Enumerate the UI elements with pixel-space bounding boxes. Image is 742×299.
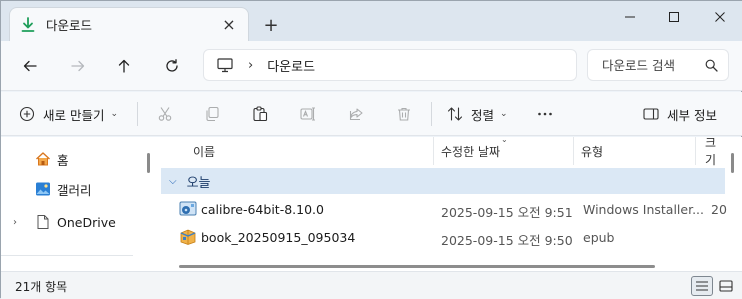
nav-scrollbar[interactable]	[147, 153, 150, 173]
item-count: 21개 항목	[15, 280, 68, 294]
nav-item-label: 갤러리	[57, 182, 92, 198]
tiles-view-button[interactable]	[715, 276, 737, 296]
sort-caret-icon: ⌄	[501, 135, 508, 144]
tiles-view-icon	[719, 280, 733, 292]
installer-icon	[179, 201, 197, 216]
copy-icon	[206, 106, 219, 122]
nav-item-gallery[interactable]: 갤러리	[1, 175, 141, 203]
column-divider[interactable]	[573, 137, 574, 165]
cut-icon	[158, 107, 172, 121]
new-tab-icon[interactable]: +	[261, 15, 281, 36]
vertical-scrollbar[interactable]	[731, 153, 734, 173]
divider	[137, 102, 138, 126]
file-explorer-window: 다운로드 × + › 다운로드 다운로드 검색 새로 만들기 ⌄ 정렬 ⌄ 세부…	[0, 0, 742, 299]
status-bar: 21개 항목	[1, 271, 742, 299]
expand-chevron-icon[interactable]: ›	[13, 217, 17, 228]
maximize-icon[interactable]	[651, 1, 697, 33]
address-bar[interactable]: › 다운로드	[203, 49, 577, 81]
file-modified: 2025-09-15 오전 9:51	[441, 205, 573, 220]
details-view-icon	[696, 281, 708, 291]
chevron-down-icon: ⌄	[110, 109, 119, 119]
more-options-button[interactable]	[537, 92, 553, 136]
tab-title: 다운로드	[46, 18, 93, 33]
column-header-modified[interactable]: 수정한 날짜	[441, 137, 500, 165]
back-arrow-icon[interactable]	[17, 53, 43, 79]
file-list: 이름 ⌄ 수정한 날짜 유형 크기 ⌵ 오늘 calibre-64bit-8.1…	[159, 135, 727, 271]
search-input[interactable]	[602, 57, 698, 73]
nav-item-onedrive[interactable]: › OneDrive	[1, 208, 141, 236]
new-button[interactable]: 새로 만들기 ⌄	[19, 92, 118, 136]
minimize-icon[interactable]	[607, 1, 653, 33]
column-header-name[interactable]: 이름	[193, 137, 215, 165]
chevron-down-icon: ⌄	[500, 109, 508, 119]
breadcrumb-chevron-icon[interactable]: ›	[248, 58, 253, 73]
file-size: 20	[711, 202, 727, 217]
breadcrumb-downloads[interactable]: 다운로드	[267, 56, 315, 75]
share-button[interactable]	[348, 92, 364, 136]
navigation-pane: 홈 갤러리 › OneDrive	[1, 137, 141, 271]
share-icon	[349, 108, 363, 121]
column-header-size[interactable]: 크기	[705, 136, 727, 167]
refresh-icon[interactable]	[159, 53, 185, 79]
copy-button[interactable]	[204, 92, 220, 136]
download-icon	[21, 16, 35, 32]
title-bar: 다운로드 × +	[1, 1, 742, 41]
file-type: Windows Installer...	[583, 202, 705, 217]
sort-button[interactable]: 정렬 ⌄	[447, 92, 508, 136]
search-icon[interactable]	[705, 59, 718, 72]
column-divider[interactable]	[433, 137, 434, 165]
file-name: book_20250915_095034	[201, 230, 356, 245]
rename-icon	[300, 107, 315, 121]
horizontal-scrollbar[interactable]	[179, 265, 655, 268]
new-plus-icon	[19, 106, 35, 122]
onedrive-icon	[37, 215, 49, 229]
details-pane-label: 세부 정보	[667, 107, 717, 123]
delete-button[interactable]	[396, 92, 412, 136]
file-modified: 2025-09-15 오전 9:50	[441, 233, 573, 248]
group-label: 오늘	[186, 175, 211, 191]
command-bar: 새로 만들기 ⌄ 정렬 ⌄ 세부 정보	[1, 92, 742, 136]
rename-button[interactable]	[300, 92, 316, 136]
search-box[interactable]	[587, 49, 729, 81]
divider	[1, 255, 133, 256]
tab-downloads[interactable]: 다운로드 ×	[9, 7, 249, 41]
trash-icon	[398, 107, 410, 121]
file-row[interactable]: calibre-64bit-8.10.0 2025-09-15 오전 9:51 …	[159, 195, 727, 223]
paste-icon	[253, 106, 268, 122]
divider	[431, 102, 432, 126]
this-pc-icon	[217, 58, 233, 73]
home-icon	[36, 152, 50, 166]
column-divider[interactable]	[695, 137, 696, 165]
paste-button[interactable]	[252, 92, 268, 136]
content-area: 홈 갤러리 › OneDrive 이름 ⌄ 수정한 날짜 유형 크기 ⌵ 오늘 …	[1, 135, 742, 271]
nav-item-label: OneDrive	[57, 214, 116, 230]
gallery-icon	[36, 182, 50, 196]
sort-button-label: 정렬	[471, 107, 495, 123]
address-row: › 다운로드	[1, 41, 742, 91]
file-type: epub	[583, 230, 615, 245]
details-pane-button[interactable]: 세부 정보	[643, 92, 717, 136]
close-tab-icon[interactable]: ×	[220, 15, 238, 34]
cut-button[interactable]	[157, 92, 173, 136]
nav-item-label: 홈	[57, 152, 69, 168]
details-pane-icon	[643, 108, 659, 120]
details-view-button[interactable]	[691, 276, 713, 296]
file-name: calibre-64bit-8.10.0	[201, 202, 324, 217]
new-button-label: 새로 만들기	[43, 107, 105, 123]
forward-arrow-icon[interactable]	[65, 53, 91, 79]
sort-icon	[447, 107, 463, 121]
epub-file-icon	[180, 229, 196, 245]
file-row[interactable]: book_20250915_095034 2025-09-15 오전 9:50 …	[159, 223, 727, 251]
chevron-down-icon: ⌵	[169, 175, 177, 187]
close-window-icon[interactable]	[697, 1, 742, 33]
nav-item-home[interactable]: 홈	[1, 145, 141, 173]
up-arrow-icon[interactable]	[111, 53, 137, 79]
more-icon	[538, 112, 552, 116]
column-header-type[interactable]: 유형	[581, 137, 603, 165]
group-header-today[interactable]: ⌵ 오늘	[161, 168, 725, 194]
